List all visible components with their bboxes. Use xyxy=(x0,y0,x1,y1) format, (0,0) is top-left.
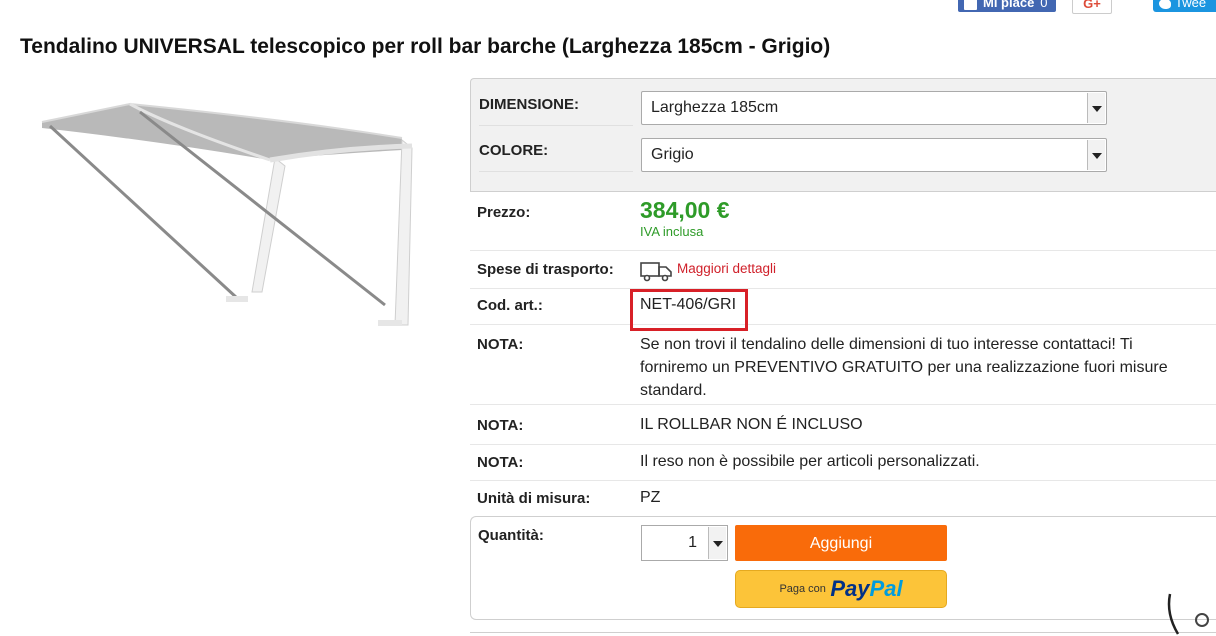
note-text: Se non trovi il tendalino delle dimensio… xyxy=(640,336,1168,399)
facebook-like-button[interactable]: Mi piace 0 xyxy=(958,0,1056,12)
color-label: COLORE: xyxy=(479,131,633,172)
quantity-value: 1 xyxy=(688,534,697,551)
unit-label: Unità di misura: xyxy=(477,490,591,507)
code-label: Cod. art.: xyxy=(477,297,543,314)
note-label: NOTA: xyxy=(477,454,524,471)
quantity-select[interactable]: 1 xyxy=(641,525,728,561)
color-select[interactable]: Grigio xyxy=(641,138,1107,172)
chevron-down-icon[interactable] xyxy=(708,527,726,559)
note-text: Il reso non è possibile per articoli per… xyxy=(640,453,980,470)
options-panel: DIMENSIONE: Larghezza 185cm COLORE: Grig… xyxy=(470,78,1216,192)
note-label: NOTA: xyxy=(477,417,524,434)
paypal-logo-pal: Pal xyxy=(869,576,903,601)
unit-value: PZ xyxy=(640,489,661,506)
paypal-button[interactable]: Paga con PayPal xyxy=(735,570,947,608)
paypal-logo-pay: Pay xyxy=(830,576,870,601)
quantity-label: Quantità: xyxy=(478,527,544,544)
dimension-selected-value: Larghezza 185cm xyxy=(651,99,779,116)
tweet-label: Twee xyxy=(1175,0,1207,10)
color-row: COLORE: Grigio xyxy=(471,131,1216,172)
price-row: Prezzo: 384,00 € IVA inclusa xyxy=(470,192,1216,251)
partial-logo-icon xyxy=(1167,593,1209,635)
note-row: NOTA: Se non trovi il tendalino delle di… xyxy=(470,324,1216,405)
dimension-row: DIMENSIONE: Larghezza 185cm xyxy=(471,85,1216,126)
like-count: 0 xyxy=(1040,0,1048,10)
note-label: NOTA: xyxy=(477,336,524,353)
shipping-label: Spese di trasporto: xyxy=(477,261,614,278)
note-text: IL ROLLBAR NON É INCLUSO xyxy=(640,416,863,433)
add-to-cart-button[interactable]: Aggiungi xyxy=(735,525,947,561)
note-row: NOTA: Il reso non è possibile per artico… xyxy=(470,444,1216,481)
purchase-box: Quantità: 1 Aggiungi Paga con PayPal xyxy=(470,516,1216,620)
dimension-select[interactable]: Larghezza 185cm xyxy=(641,91,1107,125)
tweet-button[interactable]: Twee xyxy=(1153,0,1216,12)
shipping-details-link[interactable]: Maggiori dettagli xyxy=(677,261,776,276)
price-label: Prezzo: xyxy=(477,204,531,221)
google-plus-button[interactable]: G+ xyxy=(1072,0,1112,14)
price-value: 384,00 € xyxy=(640,197,730,223)
code-highlight-box xyxy=(630,289,748,331)
note-row: NOTA: IL ROLLBAR NON É INCLUSO xyxy=(470,404,1216,445)
social-share-bar: Mi piace 0 G+ Twee xyxy=(0,0,1216,14)
paypal-prefix: Paga con xyxy=(779,583,826,595)
product-title: Tendalino UNIVERSAL telescopico per roll… xyxy=(20,35,831,58)
chevron-down-icon[interactable] xyxy=(1087,140,1105,170)
product-image[interactable] xyxy=(30,90,430,340)
color-selected-value: Grigio xyxy=(651,146,694,163)
twitter-bird-icon xyxy=(1159,0,1171,9)
truck-icon xyxy=(640,262,672,282)
code-row: Cod. art.: NET-406/GRI xyxy=(470,288,1216,325)
thumbs-up-icon xyxy=(964,0,977,10)
chevron-down-icon[interactable] xyxy=(1087,93,1105,123)
section-divider xyxy=(470,632,1216,633)
like-label: Mi piace xyxy=(983,0,1035,10)
vat-note: IVA inclusa xyxy=(640,224,704,239)
unit-row: Unità di misura: PZ xyxy=(470,480,1216,516)
dimension-label: DIMENSIONE: xyxy=(479,85,633,126)
shipping-row: Spese di trasporto: Maggiori dettagli xyxy=(470,250,1216,289)
